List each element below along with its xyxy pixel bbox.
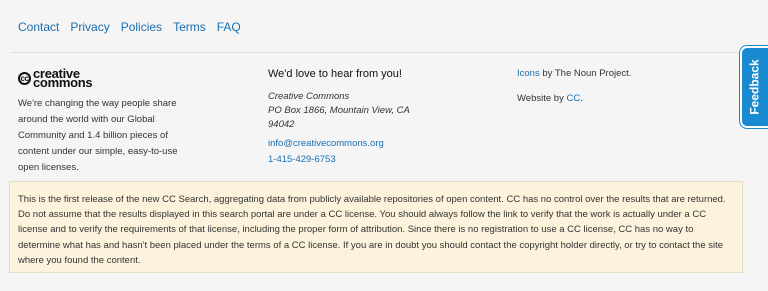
icons-credit: Icons by The Noun Project.	[517, 68, 632, 79]
about-text: We're changing the way people share arou…	[18, 98, 178, 173]
address-org: Creative Commons	[268, 91, 350, 102]
address-line: PO Box 1866, Mountain View, CA	[268, 105, 410, 116]
credits-column: Icons by The Noun Project. Website by CC…	[517, 68, 717, 104]
divider	[10, 52, 758, 53]
nav-link-privacy[interactable]: Privacy	[70, 20, 109, 34]
cc-website-link[interactable]: CC	[566, 93, 580, 104]
footer-nav: Contact Privacy Policies Terms FAQ	[18, 20, 252, 34]
cc-logo-wordmark: creative commons	[33, 66, 93, 90]
contact-column: We'd love to hear from you! Creative Com…	[268, 68, 468, 168]
icons-link[interactable]: Icons	[517, 68, 540, 79]
nav-link-policies[interactable]: Policies	[121, 20, 162, 34]
address-zip: 94042	[268, 119, 295, 130]
website-credit: Website by CC.	[517, 93, 583, 104]
nav-link-terms[interactable]: Terms	[173, 20, 206, 34]
email-link[interactable]: info@creativecommons.org	[268, 136, 468, 152]
phone-link[interactable]: 1-415-429-6753	[268, 152, 468, 168]
disclaimer-notice: This is the first release of the new CC …	[9, 181, 743, 273]
feedback-button[interactable]: Feedback	[740, 46, 768, 128]
address: Creative Commons PO Box 1866, Mountain V…	[268, 90, 468, 132]
creative-commons-logo[interactable]: cc creative commons	[18, 66, 198, 90]
about-column: cc creative commons We're changing the w…	[18, 66, 198, 176]
cc-logo-icon: cc	[18, 71, 31, 85]
nav-link-faq[interactable]: FAQ	[217, 20, 241, 34]
nav-link-contact[interactable]: Contact	[18, 20, 59, 34]
feedback-label: Feedback	[748, 59, 763, 115]
contact-links: info@creativecommons.org 1-415-429-6753	[268, 136, 468, 168]
contact-heading: We'd love to hear from you!	[268, 68, 402, 80]
